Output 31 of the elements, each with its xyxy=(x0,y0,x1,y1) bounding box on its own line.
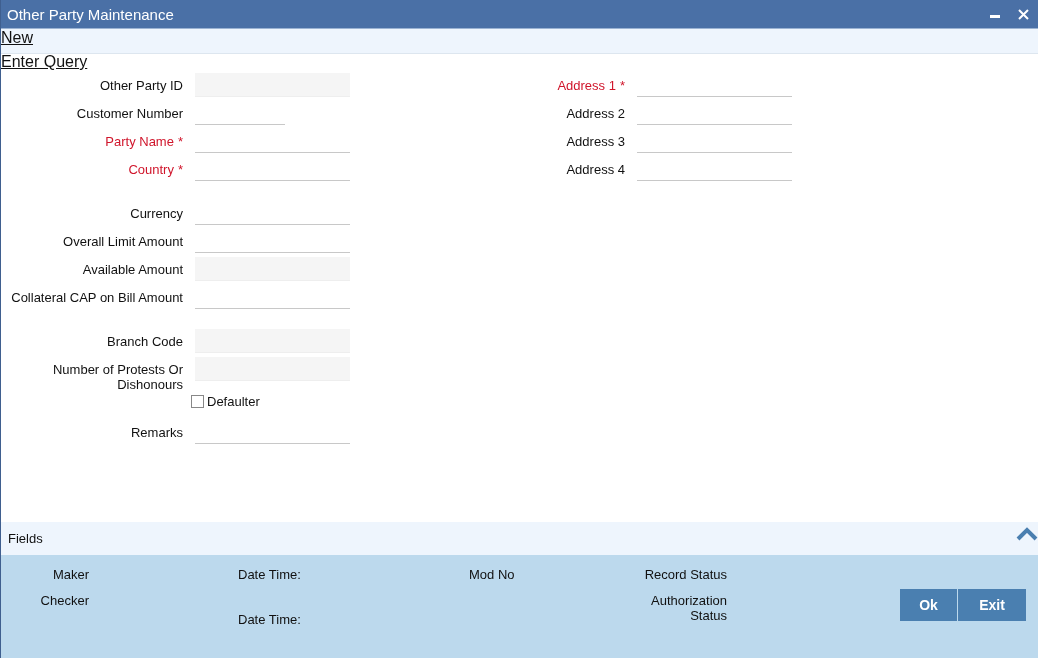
field-label: Country * xyxy=(127,161,184,177)
enter-query-link[interactable]: Enter Query xyxy=(1,53,88,71)
close-icon[interactable] xyxy=(1017,7,1030,21)
audit-label: Authorization Status xyxy=(650,593,727,625)
audit-label: Mod No xyxy=(469,567,516,584)
field-label: Overall Limit Amount xyxy=(62,233,184,249)
ok-button[interactable]: Ok xyxy=(900,589,957,621)
audit-label: Checker xyxy=(39,593,89,610)
field-label: Collateral CAP on Bill Amount xyxy=(10,289,184,305)
field-label: Customer Number xyxy=(75,105,184,121)
new-link[interactable]: New xyxy=(1,29,33,47)
field-label: Address 1 * xyxy=(556,77,626,93)
fields-label[interactable]: Fields xyxy=(8,531,43,546)
field-label: Address 3 xyxy=(565,133,626,149)
audit-label: Maker xyxy=(51,567,89,584)
exit-button[interactable]: Exit xyxy=(958,589,1026,621)
field-label: Other Party ID xyxy=(98,77,184,93)
chevron-up-icon[interactable] xyxy=(1016,527,1038,541)
field-label: Remarks xyxy=(130,424,184,440)
field-label: Available Amount xyxy=(81,261,184,277)
audit-label: Record Status xyxy=(643,567,727,584)
audit-label: Date Time: xyxy=(238,567,302,584)
field-label: Number of Protests Or Dishonours xyxy=(51,361,184,392)
defaulter-checkbox[interactable]: Defaulter xyxy=(191,394,260,409)
field-label: Party Name * xyxy=(104,133,184,149)
audit-label: Date Time: xyxy=(238,612,302,629)
field-label: Branch Code xyxy=(106,333,184,349)
field-label: Address 4 xyxy=(565,161,626,177)
field-label: Currency xyxy=(129,205,184,221)
field-label: Address 2 xyxy=(565,105,626,121)
window-title: Other Party Maintenance xyxy=(7,5,175,23)
